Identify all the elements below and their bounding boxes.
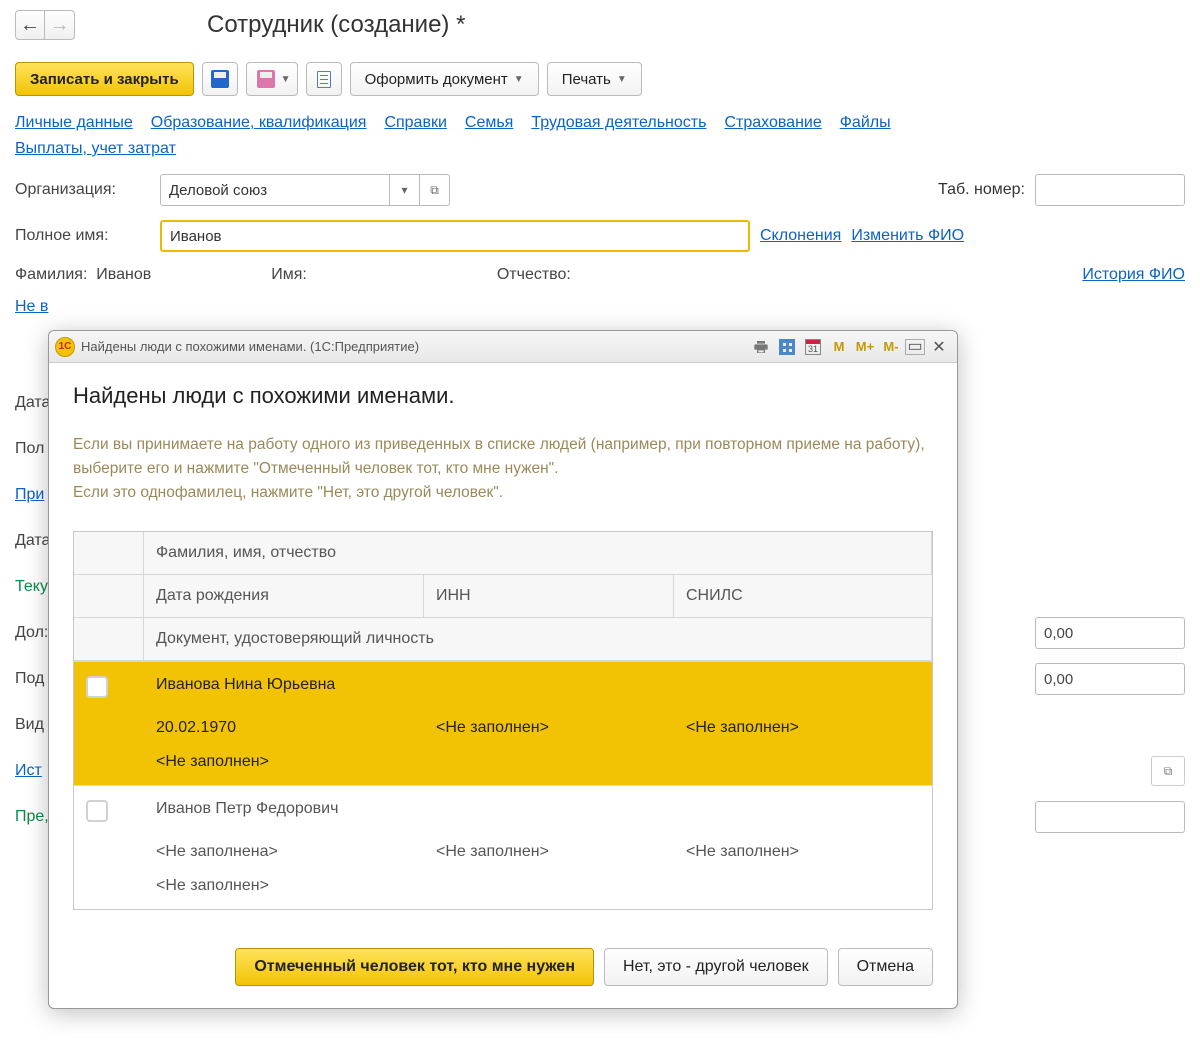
link-insurance[interactable]: Страхование [724,114,821,132]
person-snils: <Не заполнен> [674,829,932,863]
cancel-button[interactable]: Отмена [838,948,933,986]
printer-icon [753,339,769,355]
person-doc: <Не заполнен> [144,739,932,785]
link-family[interactable]: Семья [465,114,513,132]
print-label: Печать [562,71,611,88]
similar-people-table: Фамилия, имя, отчество Дата рождения ИНН… [73,531,933,910]
m-minus-button[interactable]: M- [879,336,903,358]
col-doc: Документ, удостоверяющий личность [144,618,932,660]
link-change-fio[interactable]: Изменить ФИО [851,227,964,245]
link-work-activity[interactable]: Трудовая деятельность [531,114,706,132]
calendar-icon-button[interactable]: 31 [801,336,825,358]
surname-value: Иванов [96,266,151,283]
organization-input[interactable]: Деловой союз [160,174,390,206]
link-personal-data[interactable]: Личные данные [15,114,133,132]
similar-names-dialog: 1C Найдены люди с похожими именами. (1С:… [48,330,958,1009]
row-checkbox[interactable] [86,676,108,698]
person-dob: <Не заполнена> [144,829,424,863]
format-document-label: Оформить документ [365,71,508,88]
amount-input-1[interactable]: 0,00 [1035,617,1185,649]
open-icon: ⧉ [1164,764,1173,779]
label-surname: Фамилия: [15,266,87,283]
link-education[interactable]: Образование, квалификация [151,114,367,132]
label-fullname: Полное имя: [15,227,150,245]
row-checkbox[interactable] [86,800,108,822]
organization-dropdown-button[interactable]: ▾ [390,174,420,206]
dropdown-icon: ▼ [281,74,291,85]
page-title: Сотрудник (создание) * [207,11,465,39]
link-payouts[interactable]: Выплаты, учет затрат [15,140,176,158]
open-external-button[interactable]: ⧉ [1151,756,1185,786]
save-button[interactable] [202,62,238,96]
grid-icon-button[interactable] [775,336,799,358]
save-icon [211,70,229,88]
close-button[interactable]: ✕ [927,336,951,358]
pred-input[interactable] [1035,801,1185,833]
page-icon [317,71,331,88]
dialog-desc-line1: Если вы принимаете на работу одного из п… [73,436,925,477]
table-row[interactable]: Иванова Нина Юрьевна 20.02.1970 <Не запо… [74,661,932,785]
dropdown-icon: ▼ [617,74,627,85]
person-snils: <Не заполнен> [674,705,932,739]
link-not-entered[interactable]: Не в [15,298,48,315]
person-doc: <Не заполнен> [144,863,932,909]
more-actions-button[interactable]: ▼ [246,62,298,96]
grid-icon [779,339,795,355]
label-patronymic: Отчество: [497,266,571,284]
label-name: Имя: [271,266,307,284]
col-snils: СНИЛС [674,575,932,618]
dialog-description: Если вы принимаете на работу одного из п… [73,433,933,505]
link-fio-history[interactable]: История ФИО [1082,266,1185,284]
minimize-button[interactable]: ▭ [905,339,925,355]
print-button[interactable]: Печать ▼ [547,62,642,96]
confirm-person-button[interactable]: Отмеченный человек тот, кто мне нужен [235,948,594,986]
col-inn: ИНН [424,575,674,618]
dialog-desc-line2: Если это однофамилец, нажмите "Нет, это … [73,484,503,501]
save-and-close-button[interactable]: Записать и закрыть [15,62,194,96]
person-name: Иванов Петр Федорович [144,786,932,829]
person-name: Иванова Нина Юрьевна [144,662,932,705]
other-person-button[interactable]: Нет, это - другой человек [604,948,828,986]
save-icon [257,70,275,88]
fullname-input[interactable]: Иванов [160,220,750,252]
calendar-icon: 31 [805,339,821,355]
col-dob: Дата рождения [144,575,424,618]
format-document-button[interactable]: Оформить документ ▼ [350,62,539,96]
link-declensions[interactable]: Склонения [760,227,841,245]
tab-number-input[interactable] [1035,174,1185,206]
label-organization: Организация: [15,181,150,199]
link-references[interactable]: Справки [384,114,446,132]
person-inn: <Не заполнен> [424,829,674,863]
person-dob: 20.02.1970 [144,705,424,739]
m-plus-button[interactable]: M+ [853,336,877,358]
dialog-heading: Найдены люди с похожими именами. [73,383,933,409]
dropdown-icon: ▼ [514,74,524,85]
chevron-down-icon: ▾ [401,183,407,197]
print-icon-button[interactable] [749,336,773,358]
link-files[interactable]: Файлы [840,114,891,132]
m-button[interactable]: M [827,336,851,358]
dialog-title: Найдены люди с похожими именами. (1С:Пре… [81,339,743,354]
person-inn: <Не заполнен> [424,705,674,739]
col-fio: Фамилия, имя, отчество [144,532,932,575]
table-row[interactable]: Иванов Петр Федорович <Не заполнена> <Не… [74,785,932,909]
organization-open-button[interactable]: ⧉ [420,174,450,206]
nav-forward-button[interactable]: → [45,10,75,40]
app-1c-icon: 1C [55,337,75,357]
open-icon: ⧉ [430,183,439,198]
label-tab-number: Таб. номер: [938,181,1025,199]
nav-back-button[interactable]: ← [15,10,45,40]
amount-input-2[interactable]: 0,00 [1035,663,1185,695]
list-button[interactable] [306,62,342,96]
